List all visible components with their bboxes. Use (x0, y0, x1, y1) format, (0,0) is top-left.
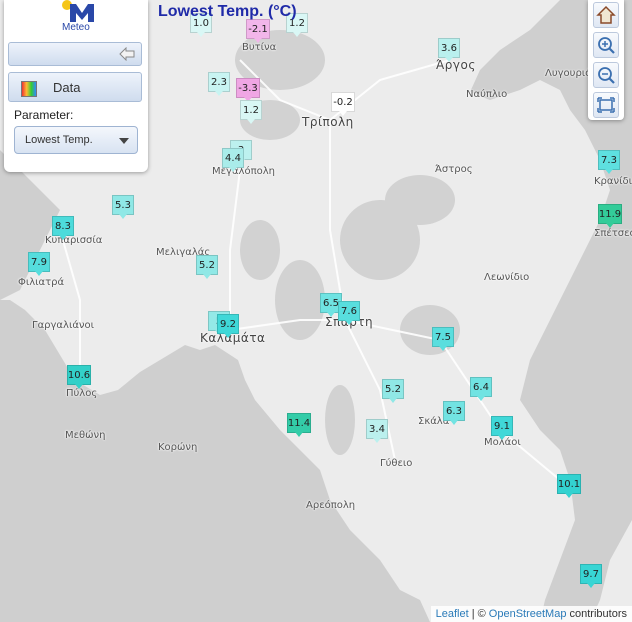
zoom-out-icon (598, 67, 615, 84)
leaflet-link[interactable]: Leaflet (436, 608, 469, 620)
station-marker[interactable]: 10.1 (557, 474, 581, 498)
osm-link[interactable]: OpenStreetMap (489, 608, 567, 620)
place-label: Άστρος (435, 164, 473, 175)
station-marker[interactable]: -0.2 (331, 92, 355, 116)
parameter-label: Parameter: (14, 108, 74, 122)
station-marker[interactable]: 5.3 (112, 195, 134, 219)
place-label: Ναύπλιο (466, 89, 508, 100)
zoom-in-button[interactable] (593, 32, 619, 58)
station-marker[interactable]: 9.7 (580, 564, 602, 588)
station-marker[interactable]: 11.9 (598, 204, 622, 228)
logo-text: Meteo (62, 22, 90, 33)
station-marker[interactable]: -3.3 (236, 78, 260, 102)
home-icon (596, 5, 616, 24)
map-title: Lowest Temp. (°C) (158, 3, 297, 20)
place-label: Άργος (436, 58, 476, 72)
zoom-in-icon (598, 37, 615, 54)
parameter-select-value: Lowest Temp. (25, 134, 93, 146)
place-label: Κορώνη (158, 442, 198, 453)
attribution: Leaflet | © OpenStreetMap contributors (430, 606, 632, 622)
station-marker[interactable]: 8.3 (52, 216, 74, 240)
parameter-select[interactable]: Lowest Temp. (14, 126, 138, 154)
map-controls (588, 0, 624, 120)
station-marker[interactable]: 6.4 (470, 377, 492, 401)
arrow-left-icon (119, 47, 135, 61)
place-label: Σπέτσες (594, 228, 632, 239)
fullscreen-button[interactable] (593, 92, 619, 118)
data-color-icon (21, 81, 37, 97)
station-marker[interactable]: 7.3 (598, 150, 620, 174)
station-marker[interactable]: 6.3 (443, 401, 465, 425)
station-marker[interactable]: 3.4 (366, 419, 388, 443)
station-marker[interactable]: 3.6 (438, 38, 460, 62)
collapse-panel-button[interactable] (8, 42, 142, 66)
station-marker[interactable]: 7.5 (432, 327, 454, 351)
place-label: Τρίπολη (302, 115, 354, 129)
station-marker[interactable]: 10.6 (67, 365, 91, 389)
station-marker[interactable]: 5.2 (382, 379, 404, 403)
place-label: Πύλος (66, 388, 98, 399)
station-marker[interactable]: 4.4 (222, 148, 244, 172)
place-label: Φιλιατρά (18, 277, 65, 288)
control-panel: Meteo Data Parameter: Lowest Temp. (4, 0, 148, 172)
place-label: Λεωνίδιο (484, 272, 530, 283)
station-marker[interactable]: 2.3 (208, 72, 230, 96)
attribution-separator: | © (471, 608, 486, 620)
place-label: Γαργαλιάνοι (32, 320, 95, 331)
data-button[interactable]: Data (8, 72, 142, 102)
home-button[interactable] (593, 2, 619, 28)
place-label: Μεθώνη (65, 430, 106, 441)
station-marker[interactable]: 9.2 (217, 314, 239, 338)
station-marker[interactable]: 7.9 (28, 252, 50, 276)
station-marker[interactable]: 7.6 (338, 301, 360, 325)
chevron-down-icon (119, 138, 129, 144)
place-label: Γύθειο (380, 458, 413, 469)
station-marker[interactable]: 11.4 (287, 413, 311, 437)
station-marker[interactable]: 1.2 (240, 100, 262, 124)
zoom-out-button[interactable] (593, 62, 619, 88)
place-label: Κυπαρισσία (45, 235, 103, 246)
place-label: Βυτίνα (242, 42, 277, 53)
station-marker[interactable]: 9.1 (491, 416, 513, 440)
station-marker[interactable]: 5.2 (196, 255, 218, 279)
place-label: Λυγουριό (545, 68, 592, 79)
station-marker[interactable]: -2.1 (246, 19, 270, 43)
fullscreen-icon (597, 97, 615, 113)
place-label: Αρεόπολη (306, 500, 356, 511)
data-label: Data (53, 80, 81, 95)
place-label: Κρανίδι (594, 176, 632, 187)
attribution-contributors: contributors (569, 608, 627, 620)
